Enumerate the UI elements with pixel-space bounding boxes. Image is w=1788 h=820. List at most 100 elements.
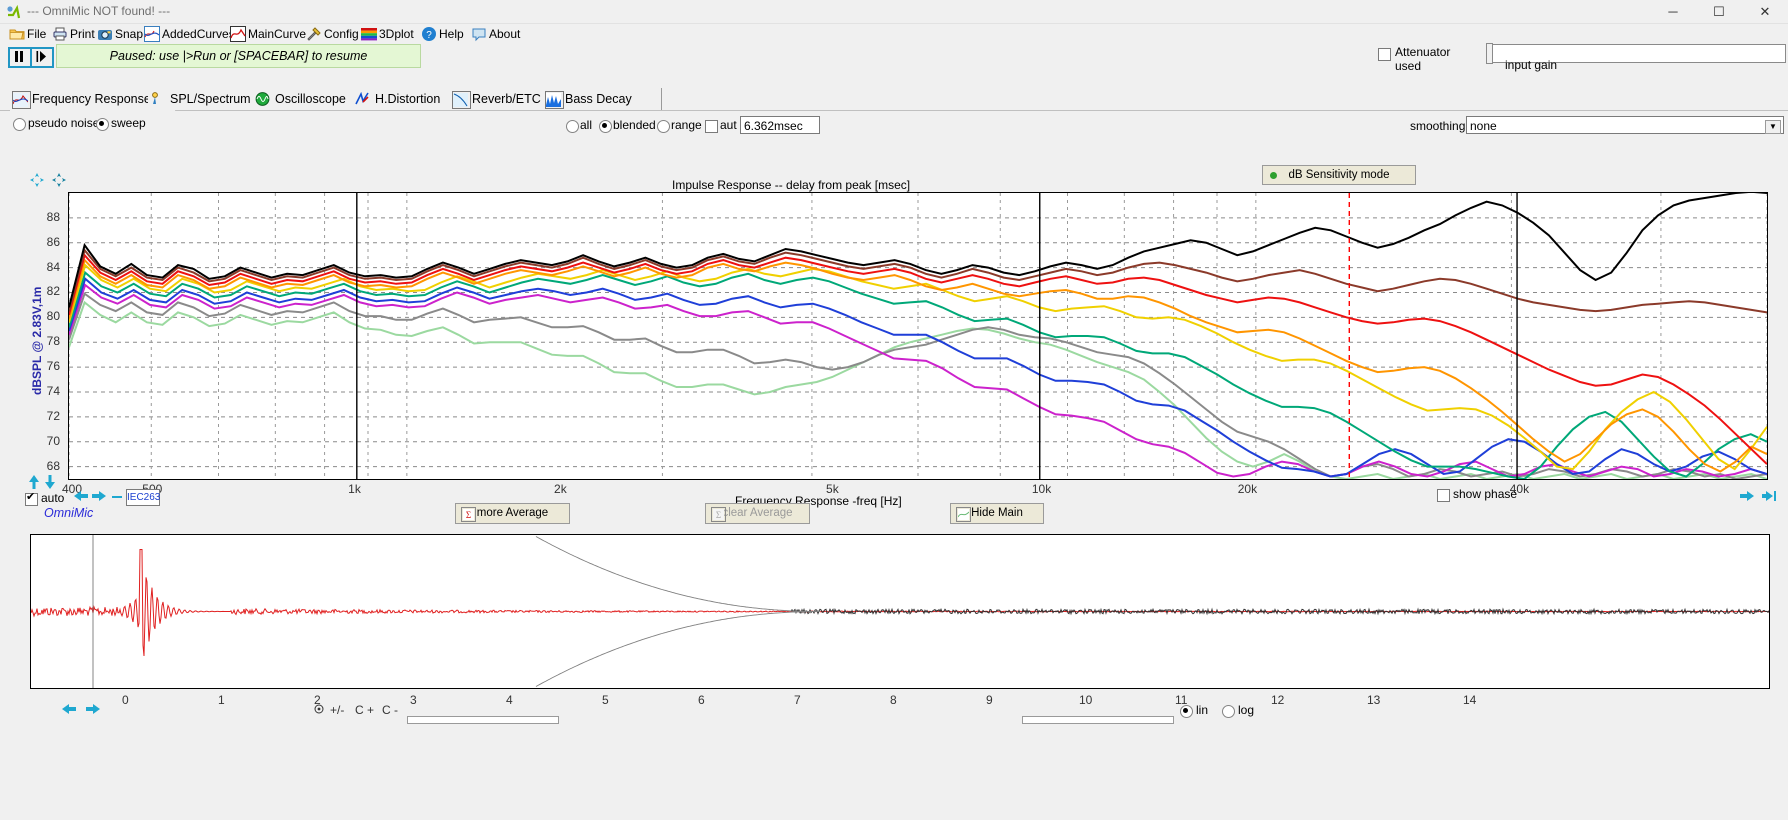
- radio-pseudo-noise[interactable]: [13, 118, 26, 131]
- chevron-down-icon[interactable]: ▼: [1765, 120, 1781, 134]
- impulse-trace: [31, 535, 1769, 688]
- pause-icon: [13, 51, 24, 62]
- show-phase-checkbox[interactable]: [1437, 489, 1450, 502]
- aut-checkbox[interactable]: [705, 120, 718, 133]
- y-axis-tick: 78: [34, 334, 60, 348]
- distortion-icon: [355, 91, 372, 107]
- impulse-hscroll-right[interactable]: [1022, 716, 1174, 724]
- radio-sweep[interactable]: [96, 118, 109, 131]
- input-gain-label: input gain: [1505, 58, 1557, 72]
- x-axis-tick: 20k: [1238, 482, 1257, 496]
- reverb-icon: [452, 91, 471, 109]
- c-minus-label[interactable]: C -: [382, 703, 398, 717]
- measurement-tabs: Frequency Response SPL/Spectrum Oscillos…: [0, 88, 1788, 111]
- gate-time-input[interactable]: 6.362msec: [740, 116, 820, 134]
- radio-lin[interactable]: [1180, 705, 1193, 718]
- impulse-x-tick: 6: [698, 693, 705, 707]
- sigma-icon: Σ: [461, 507, 476, 522]
- menu-bar: File Print Snap AddedCurves MainCurve Co…: [0, 24, 1788, 44]
- impulse-plot-area[interactable]: [30, 534, 1770, 689]
- menu-item-3dplot[interactable]: 3Dplot: [360, 24, 414, 44]
- chart-plot-area[interactable]: [68, 192, 1768, 480]
- camera-icon: [97, 26, 113, 42]
- y-axis-tick: 72: [34, 409, 60, 423]
- radio-range[interactable]: [657, 120, 670, 133]
- menu-label: 3Dplot: [379, 27, 414, 41]
- menu-label: About: [489, 27, 520, 41]
- pause-button[interactable]: [8, 47, 32, 68]
- auto-scale-label: auto: [41, 491, 64, 505]
- menu-item-file[interactable]: File: [8, 24, 46, 44]
- run-button[interactable]: [30, 47, 54, 68]
- menu-item-maincurve[interactable]: MainCurve: [229, 24, 306, 44]
- minimize-button[interactable]: ─: [1650, 0, 1696, 23]
- maximize-button[interactable]: ☐: [1696, 0, 1742, 23]
- attenuator-checkbox[interactable]: [1378, 48, 1391, 61]
- c-plus-label[interactable]: C +: [355, 703, 374, 717]
- response-curve: [69, 250, 1767, 312]
- radio-all[interactable]: [566, 120, 579, 133]
- svg-text:?: ?: [426, 30, 432, 41]
- attenuator-label: Attenuator used: [1395, 45, 1450, 73]
- smoothing-label: smoothing: [1410, 119, 1465, 133]
- more-average-button[interactable]: Σ more Average: [455, 503, 570, 524]
- impulse-window-envelope: [536, 612, 820, 687]
- impulse-scroll-left-icon[interactable]: [62, 703, 76, 718]
- menu-label: Print: [70, 27, 95, 41]
- menu-item-about[interactable]: About: [470, 24, 520, 44]
- spl-spectrum-icon: [150, 91, 167, 107]
- frequency-response-chart: dBSPL @ 2.83V,1m 8886848280787674727068 …: [0, 150, 1788, 490]
- impulse-response-panel: 01234567891011121314: [0, 528, 1788, 820]
- impulse-red-trace: [31, 550, 1769, 657]
- menu-label: Config: [324, 27, 359, 41]
- x-scale-right-icon[interactable]: [92, 490, 106, 505]
- menu-item-snap[interactable]: Snap: [96, 24, 143, 44]
- menu-label: MainCurve: [248, 27, 306, 41]
- tab-label: Reverb/ETC: [472, 92, 541, 106]
- menu-label: AddedCurves: [162, 27, 235, 41]
- menu-label: Help: [439, 27, 464, 41]
- y-axis-tick: 76: [34, 359, 60, 373]
- maincurve-icon: [230, 26, 246, 42]
- menu-item-config[interactable]: Config: [305, 24, 359, 44]
- tab-label: Oscilloscope: [275, 92, 346, 106]
- iec-weighting-field[interactable]: IEC263: [126, 489, 160, 506]
- menu-item-help[interactable]: ? Help: [420, 24, 464, 44]
- zoom-icon[interactable]: [52, 173, 66, 190]
- y-axis-tick: 80: [34, 309, 60, 323]
- radio-log[interactable]: [1222, 705, 1235, 718]
- auto-scale-checkbox[interactable]: [25, 493, 38, 506]
- impulse-x-tick: 4: [506, 693, 513, 707]
- tab-label: H.Distortion: [375, 92, 440, 106]
- y-axis-tick: 70: [34, 434, 60, 448]
- impulse-target-icon[interactable]: [313, 703, 325, 718]
- x-axis-tick: 1k: [348, 482, 361, 496]
- menu-label: File: [27, 27, 46, 41]
- status-message: Paused: use |>Run or [SPACEBAR] to resum…: [56, 44, 421, 68]
- input-gain-thumb[interactable]: [1486, 43, 1493, 64]
- clear-average-label: clear Average: [722, 507, 792, 519]
- x-scale-right2-icon[interactable]: [1740, 490, 1754, 505]
- menu-item-print[interactable]: Print: [51, 24, 95, 44]
- menu-item-addedcurves[interactable]: AddedCurves: [143, 24, 235, 44]
- y-scale-down-icon[interactable]: [44, 475, 56, 492]
- smoothing-select[interactable]: none ▼: [1466, 116, 1784, 134]
- hide-main-button[interactable]: Hide Main: [950, 503, 1044, 524]
- radio-blended[interactable]: [599, 120, 612, 133]
- play-icon: [35, 51, 46, 62]
- sweep-label: sweep: [111, 116, 146, 130]
- clear-average-button[interactable]: Σ clear Average: [705, 503, 810, 524]
- impulse-scroll-right-icon[interactable]: [86, 703, 100, 718]
- plus-minus-label[interactable]: +/-: [330, 703, 344, 717]
- show-phase-label: show phase: [1453, 487, 1517, 501]
- x-axis-tick: 2k: [554, 482, 567, 496]
- impulse-hscroll-left[interactable]: [407, 716, 559, 724]
- range-label: range: [671, 118, 702, 132]
- x-scale-dash-icon[interactable]: [112, 492, 122, 504]
- x-scale-left-icon[interactable]: [74, 490, 88, 505]
- x-scale-end-icon[interactable]: [1762, 490, 1776, 505]
- pan-icon[interactable]: [30, 173, 44, 190]
- about-icon: [471, 26, 487, 42]
- tab-bass-decay[interactable]: Bass Decay: [543, 88, 662, 110]
- close-button[interactable]: ✕: [1742, 0, 1788, 23]
